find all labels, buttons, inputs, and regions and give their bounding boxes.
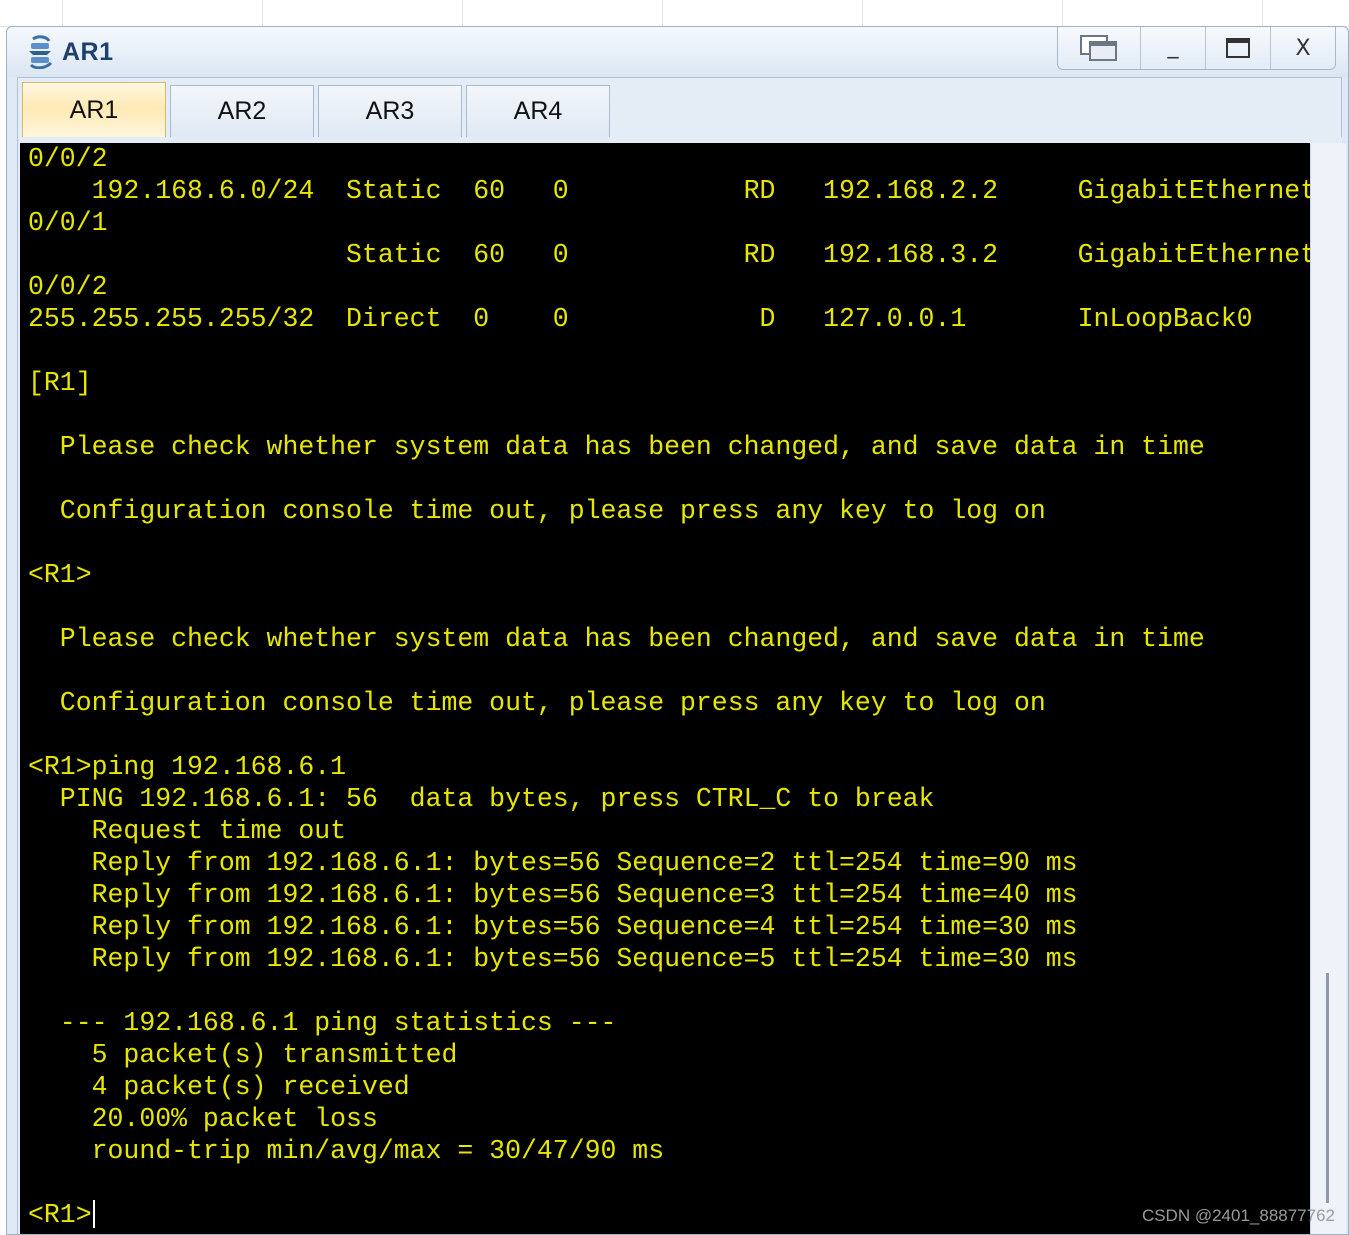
maximize-icon <box>1226 38 1250 58</box>
console-line: 0/0/1 <box>28 208 108 238</box>
title-bar[interactable]: AR1 _ X <box>7 27 1348 77</box>
tab-ar4[interactable]: AR4 <box>466 85 610 137</box>
text-cursor <box>92 1200 95 1228</box>
minimize-icon: _ <box>1167 33 1179 59</box>
background-grid <box>0 0 1349 27</box>
tab-bar: AR1 AR2 AR3 AR4 <box>17 77 1342 138</box>
console-window: AR1 _ X AR1 AR2 AR3 AR4 0/0/2 192.168.6.… <box>6 26 1349 1235</box>
console-line: 0/0/2 <box>28 272 108 302</box>
restore-button[interactable] <box>1058 27 1140 69</box>
console-line: PING 192.168.6.1: 56 data bytes, press C… <box>28 784 935 814</box>
console-line: Reply from 192.168.6.1: bytes=56 Sequenc… <box>28 912 1078 942</box>
console-line: 4 packet(s) received <box>28 1072 410 1102</box>
minimize-button[interactable]: _ <box>1140 27 1205 69</box>
vertical-scrollbar[interactable] <box>1310 143 1346 1234</box>
console-line: 20.00% packet loss <box>28 1104 378 1134</box>
console-line: 5 packet(s) transmitted <box>28 1040 458 1070</box>
scrollbar-thumb[interactable] <box>1326 973 1329 1203</box>
console-line: Request time out <box>28 816 347 846</box>
console-line: <R1> <box>28 1200 92 1230</box>
console-line: [R1] <box>28 368 92 398</box>
tab-label: AR2 <box>217 97 267 125</box>
window-title: AR1 <box>62 38 114 66</box>
console-line: Reply from 192.168.6.1: bytes=56 Sequenc… <box>28 944 1078 974</box>
console-line: --- 192.168.6.1 ping statistics --- <box>28 1008 617 1038</box>
tab-label: AR1 <box>69 96 119 124</box>
console-line: round-trip min/avg/max = 30/47/90 ms <box>28 1136 665 1166</box>
console-line: Please check whether system data has bee… <box>28 432 1205 462</box>
tab-label: AR3 <box>365 97 415 125</box>
watermark: CSDN @2401_88877762 <box>1141 1206 1335 1225</box>
console-line: 255.255.255.255/32 Direct 0 0 D 127.0.0.… <box>28 304 1253 334</box>
console-line: Configuration console time out, please p… <box>28 688 1046 718</box>
console-line: 0/0/2 <box>28 144 108 174</box>
console-line: 192.168.6.0/24 Static 60 0 RD 192.168.2.… <box>28 176 1310 206</box>
maximize-button[interactable] <box>1205 27 1270 69</box>
restore-window-icon <box>1080 35 1117 61</box>
tab-ar3[interactable]: AR3 <box>318 85 462 137</box>
console-line: Please check whether system data has bee… <box>28 624 1205 654</box>
tab-label: AR4 <box>513 97 563 125</box>
close-button[interactable]: X <box>1270 27 1335 69</box>
console-line: Reply from 192.168.6.1: bytes=56 Sequenc… <box>28 848 1078 878</box>
window-controls: _ X <box>1057 27 1336 70</box>
console-frame: 0/0/2 192.168.6.0/24 Static 60 0 RD 192.… <box>17 137 1346 1234</box>
terminal-console[interactable]: 0/0/2 192.168.6.0/24 Static 60 0 RD 192.… <box>20 143 1310 1234</box>
console-line: <R1>ping 192.168.6.1 <box>28 752 347 782</box>
console-line: Static 60 0 RD 192.168.3.2 GigabitEthern… <box>28 240 1310 270</box>
router-icon <box>29 35 53 69</box>
console-line: Reply from 192.168.6.1: bytes=56 Sequenc… <box>28 880 1078 910</box>
console-line: Configuration console time out, please p… <box>28 496 1046 526</box>
close-icon: X <box>1295 35 1311 61</box>
console-line: <R1> <box>28 560 92 590</box>
tab-ar1[interactable]: AR1 <box>22 82 166 138</box>
tab-ar2[interactable]: AR2 <box>170 85 314 137</box>
terminal-output: 0/0/2 192.168.6.0/24 Static 60 0 RD 192.… <box>20 143 1310 1231</box>
